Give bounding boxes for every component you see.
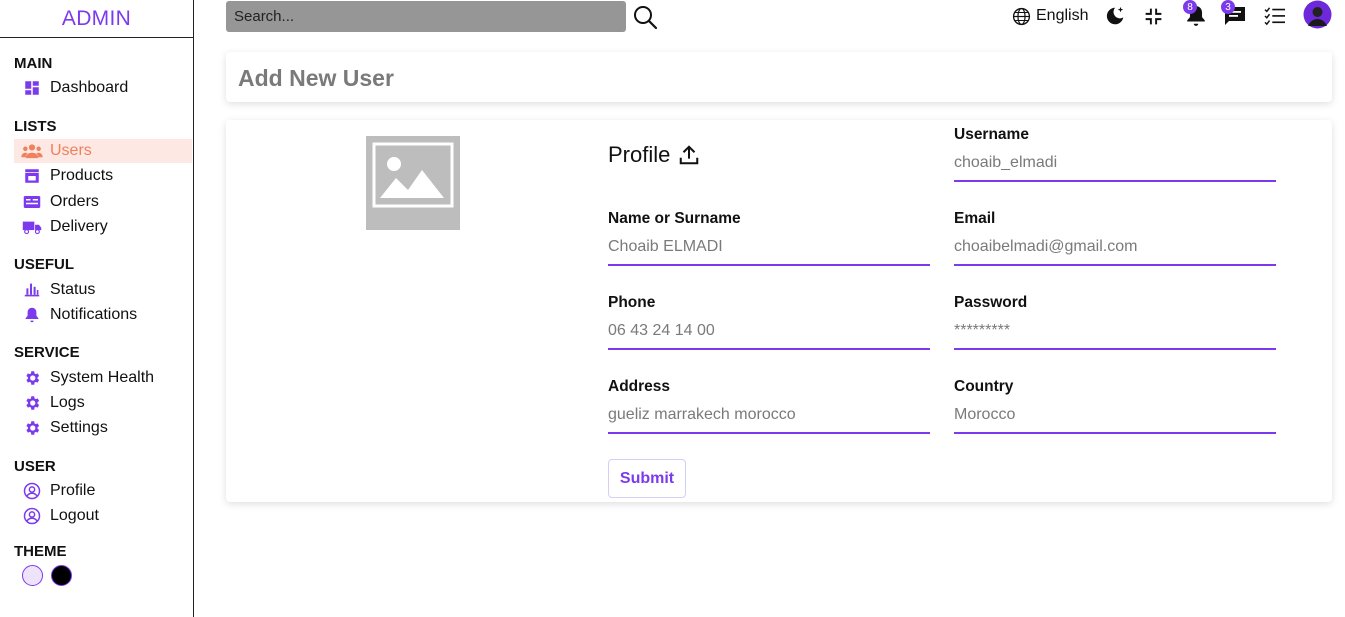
sidebar-item-logs[interactable]: Logs [14, 391, 192, 415]
email-input[interactable] [954, 238, 1276, 266]
sidebar-item-label: Status [50, 281, 96, 298]
upload-icon[interactable] [678, 144, 700, 166]
users-icon [20, 139, 44, 163]
section-title-lists: LISTS [14, 118, 57, 135]
user-circle-icon [20, 479, 44, 503]
address-field: Address [608, 378, 930, 434]
sidebar-item-label: Products [50, 167, 114, 184]
country-label: Country [954, 378, 1014, 395]
phone-input[interactable] [608, 322, 930, 350]
section-title-service: SERVICE [14, 344, 80, 361]
sidebar-item-label: Profile [50, 482, 96, 499]
sidebar-item-label: Delivery [50, 218, 108, 235]
messages-badge: 3 [1221, 0, 1235, 14]
sidebar-item-label: Dashboard [50, 79, 129, 96]
password-field: Password [954, 294, 1276, 350]
dark-mode-toggle[interactable] [1104, 4, 1126, 28]
notifications-badge: 8 [1183, 0, 1197, 14]
username-input[interactable] [954, 154, 1276, 182]
theme-light-option[interactable] [22, 565, 43, 586]
bell-icon: 8 [1183, 0, 1207, 27]
email-label: Email [954, 210, 996, 227]
gear-icon [20, 416, 44, 440]
sidebar-item-label: System Health [50, 369, 155, 386]
sidebar-item-notifications[interactable]: Notifications [14, 303, 192, 327]
checklist-icon [1264, 6, 1286, 26]
logo-text[interactable]: ADMIN [62, 7, 131, 31]
globe-icon [1012, 7, 1031, 26]
name-label: Name or Surname [608, 210, 741, 227]
sidebar-item-label: Logout [50, 507, 99, 524]
country-field: Country [954, 378, 1276, 434]
sidebar-item-label: Logs [50, 394, 85, 411]
fullscreen-toggle[interactable] [1143, 4, 1164, 28]
submit-button[interactable]: Submit [608, 459, 686, 498]
sidebar-item-products[interactable]: Products [14, 164, 192, 188]
address-label: Address [608, 378, 671, 395]
dashboard-icon [20, 76, 44, 100]
search-icon[interactable] [632, 4, 658, 30]
phone-label: Phone [608, 294, 656, 311]
user-circle-icon [20, 504, 44, 528]
bar-chart-icon [20, 278, 44, 302]
sidebar: ADMIN MAIN Dashboard LISTS Users Product… [0, 0, 194, 617]
add-user-form-card: Profile Username Name or Surname Email P… [226, 120, 1332, 502]
password-input[interactable] [954, 322, 1276, 350]
theme-dark-option[interactable] [51, 565, 72, 586]
sidebar-item-logout[interactable]: Logout [14, 504, 192, 528]
name-input[interactable] [608, 238, 930, 266]
avatar[interactable] [1303, 0, 1332, 28]
sidebar-item-system-health[interactable]: System Health [14, 366, 192, 390]
profile-label: Profile [608, 142, 671, 167]
gear-icon [20, 366, 44, 390]
sidebar-item-label: Notifications [50, 306, 138, 323]
section-title-user: USER [14, 458, 56, 475]
sidebar-item-label: Orders [50, 193, 99, 210]
sidebar-item-delivery[interactable]: Delivery [14, 215, 192, 239]
sidebar-item-label: Settings [50, 419, 108, 436]
section-title-main: MAIN [14, 55, 53, 72]
language-selector[interactable]: English [1012, 4, 1088, 28]
sidebar-item-dashboard[interactable]: Dashboard [14, 76, 192, 100]
chat-icon: 3 [1221, 0, 1247, 27]
image-placeholder-icon [366, 136, 460, 230]
bell-icon [20, 303, 44, 327]
sidebar-item-orders[interactable]: Orders [14, 190, 192, 214]
username-field: Username [954, 126, 1276, 182]
name-field: Name or Surname [608, 210, 930, 266]
tasks-button[interactable] [1264, 4, 1286, 28]
address-input[interactable] [608, 406, 930, 434]
page-header-card: Add New User [226, 52, 1332, 102]
section-title-useful: USEFUL [14, 256, 74, 273]
password-label: Password [954, 294, 1028, 311]
section-title-theme: THEME [14, 543, 67, 560]
sidebar-item-status[interactable]: Status [14, 278, 192, 302]
email-field: Email [954, 210, 1276, 266]
sidebar-item-label: Users [50, 142, 92, 159]
page-title: Add New User [238, 65, 394, 91]
credit-card-icon [20, 190, 44, 214]
sidebar-item-settings[interactable]: Settings [14, 416, 192, 440]
messages-button[interactable]: 3 [1221, 0, 1247, 28]
truck-icon [20, 215, 44, 239]
notifications-button[interactable]: 8 [1183, 0, 1207, 28]
profile-upload[interactable]: Profile [608, 142, 700, 168]
store-icon [20, 164, 44, 188]
gear-icon [20, 391, 44, 415]
logo[interactable]: ADMIN [0, 0, 193, 38]
sidebar-item-users[interactable]: Users [14, 139, 192, 163]
country-input[interactable] [954, 406, 1276, 434]
username-label: Username [954, 126, 1029, 143]
language-label: English [1036, 7, 1089, 24]
search-input[interactable] [226, 1, 626, 32]
collapse-icon [1143, 6, 1164, 27]
moon-icon [1104, 5, 1126, 27]
sidebar-item-profile[interactable]: Profile [14, 479, 192, 503]
phone-field: Phone [608, 294, 930, 350]
